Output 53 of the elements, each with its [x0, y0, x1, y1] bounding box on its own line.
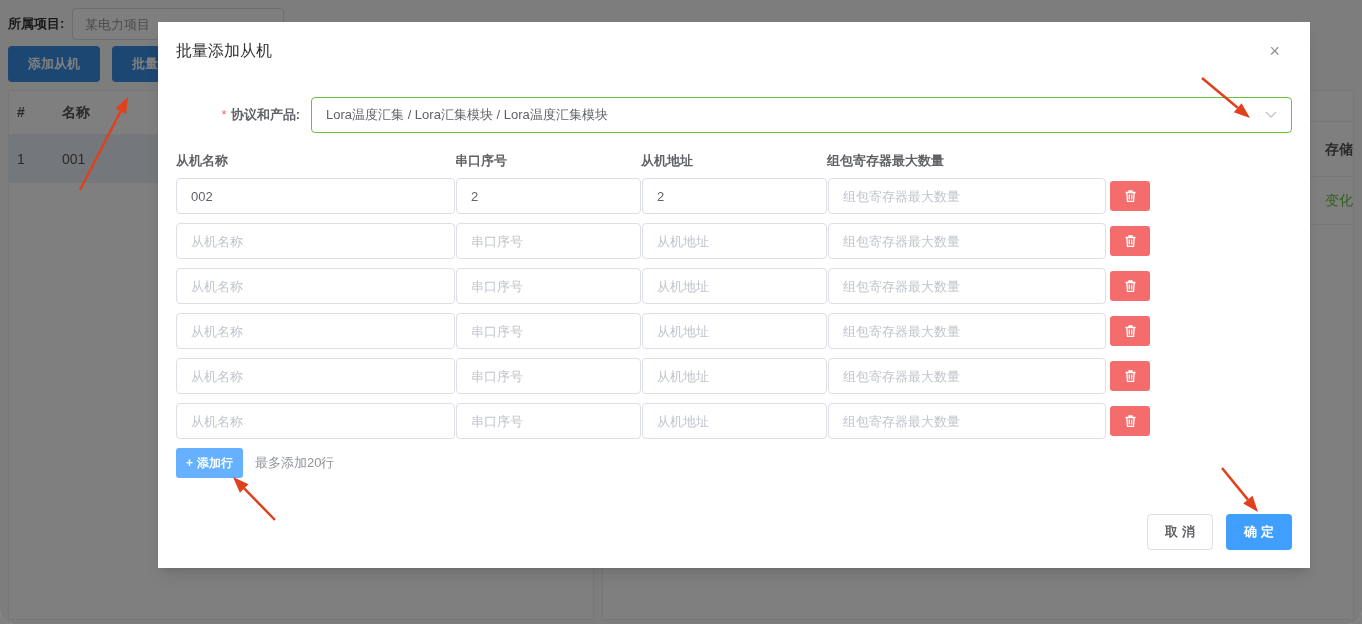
- delete-button[interactable]: [1110, 226, 1150, 256]
- trash-icon: [1124, 235, 1136, 247]
- input-field[interactable]: 从机名称: [176, 313, 455, 349]
- table-cell-text: 1: [16, 149, 26, 169]
- input-field[interactable]: 002: [176, 178, 455, 214]
- arrow-icon: [1221, 467, 1258, 512]
- input-field[interactable]: 从机名称: [176, 268, 455, 304]
- protocol-select[interactable]: Lora温度汇集 / Lora汇集模块 / Lora温度汇集模块: [311, 97, 1292, 133]
- close-button[interactable]: ×: [1269, 42, 1292, 60]
- column-header: 从机名称: [176, 152, 229, 171]
- column-header: 存储: [1325, 139, 1353, 159]
- trash-icon: [1124, 370, 1136, 382]
- input-field[interactable]: 组包寄存器最大数量: [828, 223, 1106, 259]
- input-field[interactable]: 从机名称: [176, 403, 455, 439]
- table-cell-text: 001: [61, 149, 86, 169]
- input-field[interactable]: 从机地址: [642, 313, 827, 349]
- filter-label: 所属项目:: [8, 15, 65, 34]
- delete-button[interactable]: [1110, 271, 1150, 301]
- input-field[interactable]: 从机名称: [176, 223, 455, 259]
- delete-button[interactable]: [1110, 406, 1150, 436]
- trash-icon: [1124, 280, 1136, 292]
- arrow-icon: [1201, 77, 1250, 118]
- input-field[interactable]: 组包寄存器最大数量: [828, 268, 1106, 304]
- cancel-button[interactable]: 取 消: [1147, 514, 1213, 550]
- input-field[interactable]: 组包寄存器最大数量: [828, 178, 1106, 214]
- input-field[interactable]: 从机名称: [176, 358, 455, 394]
- input-field[interactable]: 组包寄存器最大数量: [828, 403, 1106, 439]
- input-field[interactable]: 从机地址: [642, 268, 827, 304]
- hint-text: 最多添加20行: [255, 454, 335, 473]
- delete-button[interactable]: [1110, 181, 1150, 211]
- field-label: 协议和产品:: [230, 106, 300, 125]
- dialog-title: 批量添加从机: [176, 41, 272, 61]
- input-field[interactable]: 从机地址: [642, 403, 827, 439]
- input-field[interactable]: 组包寄存器最大数量: [828, 358, 1106, 394]
- column-header: 组包寄存器最大数量: [827, 152, 945, 171]
- input-field[interactable]: 从机地址: [642, 358, 827, 394]
- chevron-down-icon: [1265, 111, 1277, 119]
- trash-icon: [1124, 325, 1136, 337]
- trash-icon: [1124, 415, 1136, 427]
- column-header: #: [16, 103, 26, 122]
- required-mark: *: [221, 106, 227, 125]
- input-field[interactable]: 从机地址: [642, 223, 827, 259]
- column-header: 名称: [61, 103, 90, 122]
- delete-button[interactable]: [1110, 361, 1150, 391]
- input-field[interactable]: 2: [456, 178, 641, 214]
- table-cell-text: 变化: [1325, 191, 1353, 210]
- input-field[interactable]: 组包寄存器最大数量: [828, 313, 1106, 349]
- delete-button[interactable]: [1110, 316, 1150, 346]
- column-header: 串口序号: [455, 152, 508, 171]
- trash-icon: [1124, 190, 1136, 202]
- arrow-icon: [233, 477, 276, 521]
- column-header: 从机地址: [641, 152, 694, 171]
- input-field[interactable]: 2: [642, 178, 827, 214]
